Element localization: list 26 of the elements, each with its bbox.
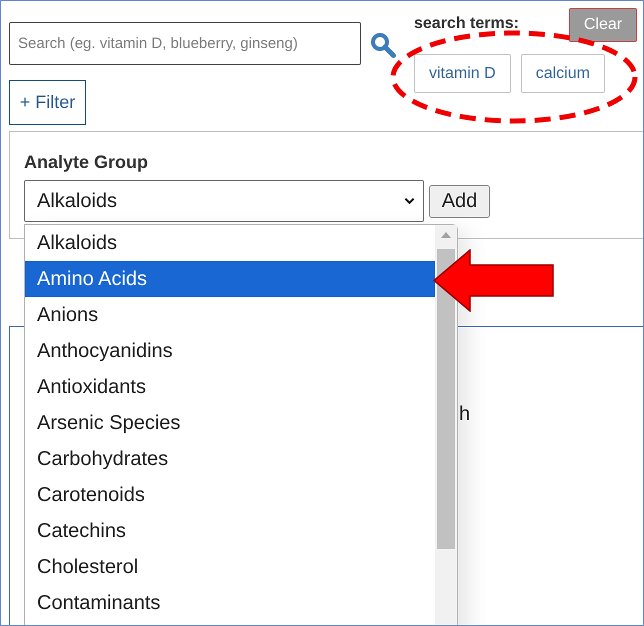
scrollbar-thumb[interactable] bbox=[437, 249, 455, 549]
analyte-group-label: Analyte Group bbox=[24, 152, 148, 173]
chevron-down-icon bbox=[404, 197, 415, 205]
scrollbar[interactable] bbox=[435, 225, 457, 625]
dropdown-option[interactable]: Amino Acids bbox=[25, 261, 435, 297]
search-terms-label: search terms: bbox=[414, 15, 519, 33]
dropdown-option[interactable]: Antioxidants bbox=[25, 369, 435, 405]
dropdown-option[interactable]: Contaminants bbox=[25, 585, 435, 621]
search-term-chip[interactable]: calcium bbox=[520, 54, 605, 93]
search-icon[interactable] bbox=[370, 32, 396, 58]
search-field[interactable]: Search (eg. vitamin D, blueberry, ginseng) bbox=[9, 22, 361, 65]
analyte-group-select[interactable]: Alkaloids bbox=[24, 180, 424, 222]
dropdown-option[interactable]: Carotenoids bbox=[25, 477, 435, 513]
text-fragment: h bbox=[459, 403, 470, 425]
dropdown-option[interactable]: Arsenic Species bbox=[25, 405, 435, 441]
scroll-up-icon[interactable] bbox=[441, 232, 451, 238]
dropdown-option[interactable]: Carbohydrates bbox=[25, 441, 435, 477]
dropdown-option[interactable]: Anions bbox=[25, 297, 435, 333]
dropdown-option[interactable]: Anthocyanidins bbox=[25, 333, 435, 369]
search-term-chip[interactable]: vitamin D bbox=[414, 54, 511, 93]
dropdown-option[interactable]: Catechins bbox=[25, 513, 435, 549]
filter-button[interactable]: + Filter bbox=[9, 80, 86, 125]
add-button[interactable]: Add bbox=[429, 184, 490, 218]
select-value: Alkaloids bbox=[37, 190, 118, 212]
dropdown-option[interactable]: Alkaloids bbox=[25, 225, 435, 261]
dropdown-option[interactable]: Cholesterol bbox=[25, 549, 435, 585]
